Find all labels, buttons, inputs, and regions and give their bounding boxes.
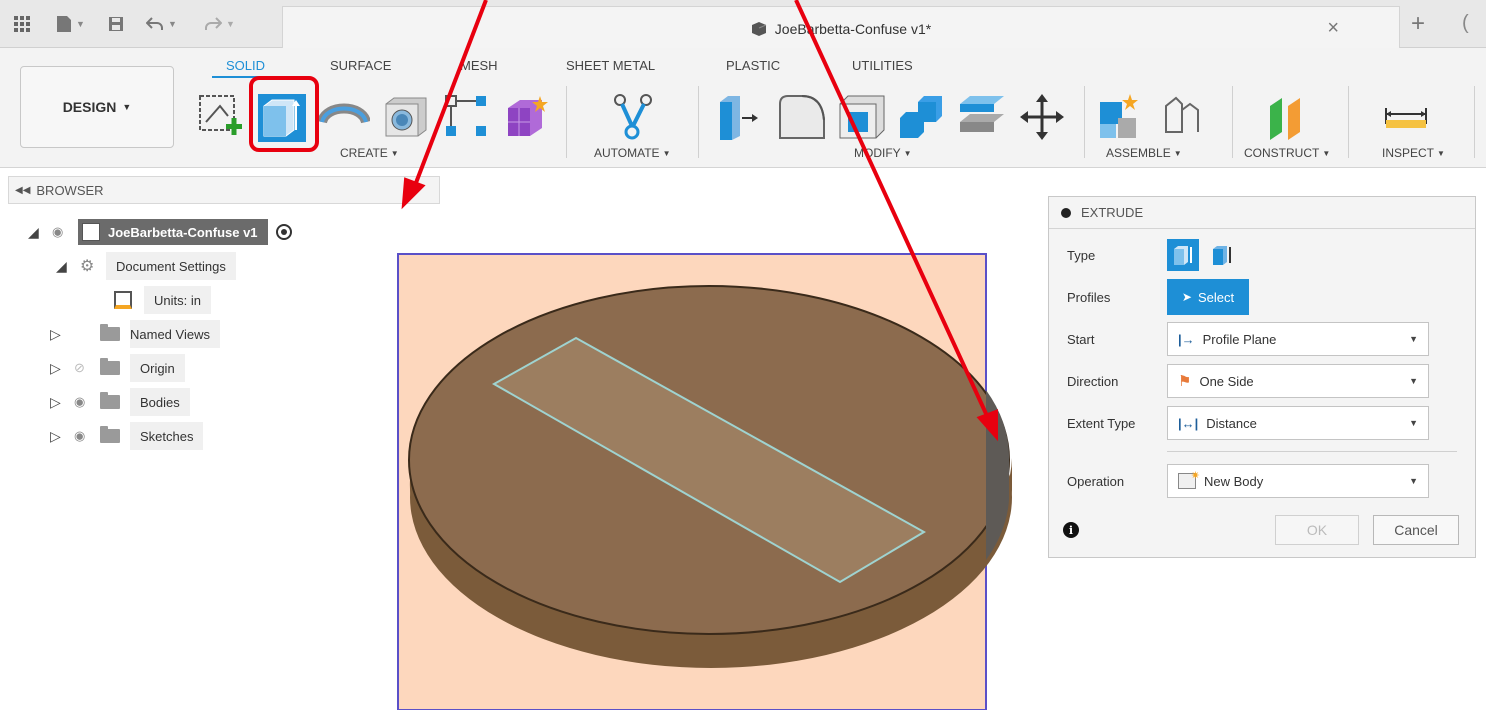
folder-icon [100,324,120,341]
direction-row: Direction ⚑ One Side ▼ [1049,363,1475,399]
component-icon [82,223,100,241]
select-profile-button[interactable]: ➤ Select [1167,279,1249,315]
one-side-icon: ⚑ [1178,373,1192,390]
ok-button[interactable]: OK [1275,515,1359,545]
start-dropdown[interactable]: |→ Profile Plane ▼ [1167,322,1429,356]
root-component[interactable]: JoeBarbetta-Confuse v1 [78,219,268,245]
tree-item-sketches[interactable]: ▷ ◉ Sketches [50,422,204,450]
browser-header[interactable]: ◀◀ BROWSER [8,176,440,204]
collapse-triangle-icon[interactable]: ◢ [56,258,80,275]
type-row: Type [1049,237,1475,273]
expand-triangle-icon[interactable]: ▷ [50,326,74,343]
tree-item-units[interactable]: Units: in [114,286,211,314]
profile-plane-icon: |→ [1178,331,1195,347]
tree-item-label: Bodies [130,388,190,416]
eye-hidden-icon[interactable]: ⊘ [74,360,100,376]
extrude-type-solid-button[interactable] [1167,239,1199,271]
profiles-row: Profiles ➤ Select [1049,279,1475,315]
info-icon[interactable]: i [1063,522,1079,538]
extent-type-row: Extent Type |↔| Distance ▼ [1049,405,1475,441]
new-body-icon: ✷ [1178,470,1200,489]
expand-triangle-icon[interactable]: ▷ [50,394,74,411]
collapse-triangle-icon[interactable]: ◢ [28,224,52,241]
folder-icon [100,426,120,443]
tree-item-label: Origin [130,354,185,382]
tree-item-label: Units: in [144,286,211,314]
extrude-dialog-header[interactable]: EXTRUDE [1049,197,1475,229]
extent-type-dropdown[interactable]: |↔| Distance ▼ [1167,406,1429,440]
expand-triangle-icon[interactable]: ▷ [50,428,74,445]
folder-icon [100,392,120,409]
folder-icon [100,358,120,375]
distance-icon: |↔| [1178,415,1199,431]
cancel-button[interactable]: Cancel [1373,515,1459,545]
extrude-solid-icon [1174,246,1192,265]
extrude-type-thin-button[interactable] [1207,239,1239,271]
direction-dropdown[interactable]: ⚑ One Side ▼ [1167,364,1429,398]
operation-dropdown[interactable]: ✷ New Body ▼ [1167,464,1429,498]
tree-item-label: Sketches [130,422,204,450]
tree-item-label: Named Views [130,320,220,348]
chevron-down-icon: ▼ [1409,418,1418,428]
cursor-icon: ➤ [1181,290,1192,304]
expand-triangle-icon[interactable]: ▷ [50,360,74,377]
collapse-dialog-icon[interactable] [1061,207,1071,218]
chevron-down-icon: ▼ [1409,376,1418,386]
tree-item-origin[interactable]: ▷ ⊘ Origin [50,354,185,382]
eye-icon[interactable]: ◉ [74,428,100,444]
chevron-down-icon: ▼ [1409,476,1418,486]
tree-item-named-views[interactable]: ▷ Named Views [50,320,220,348]
eye-icon[interactable]: ◉ [74,394,100,410]
dialog-divider [1167,451,1457,452]
chevron-down-icon: ▼ [1409,334,1418,344]
tree-item-document-settings[interactable]: ◢ ⚙ Document Settings [56,252,236,280]
start-row: Start |→ Profile Plane ▼ [1049,321,1475,357]
operation-row: Operation ✷ New Body ▼ [1049,463,1475,499]
units-document-icon [114,291,132,309]
browser-root-row[interactable]: ◢ ◉ JoeBarbetta-Confuse v1 [28,218,292,246]
tree-item-bodies[interactable]: ▷ ◉ Bodies [50,388,190,416]
eye-icon[interactable]: ◉ [52,224,78,240]
tree-item-label: Document Settings [106,252,236,280]
extrude-thin-icon [1213,246,1231,265]
collapse-browser-icon[interactable]: ◀◀ [15,185,30,196]
gear-icon: ⚙ [80,258,95,275]
disk-top-outside-plane [986,390,1010,560]
extrude-dialog: EXTRUDE Type Profiles ➤ Select Start |→ … [1048,196,1476,558]
activate-radio-icon[interactable] [275,224,292,240]
